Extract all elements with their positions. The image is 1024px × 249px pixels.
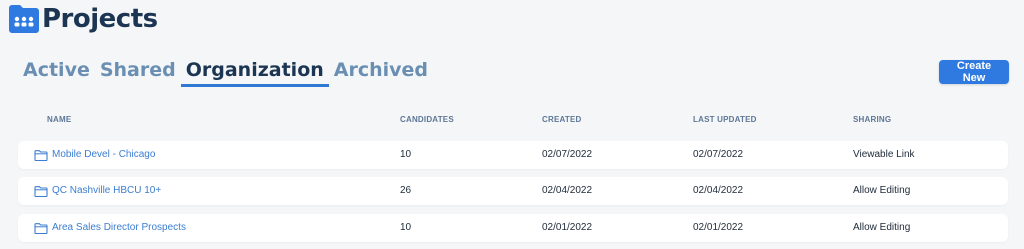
name-cell: QC Nashville HBCU 10+ xyxy=(34,177,161,205)
folder-icon xyxy=(34,222,48,234)
project-tabs: Active Shared Organization Archived xyxy=(18,56,433,88)
tab-organization[interactable]: Organization xyxy=(180,56,329,87)
column-header-sharing[interactable]: SHARING xyxy=(853,115,891,124)
candidates-cell: 10 xyxy=(400,149,412,160)
tab-shared[interactable]: Shared xyxy=(95,56,181,84)
project-name-link[interactable]: Area Sales Director Prospects xyxy=(52,214,186,242)
table-header: NAME CANDIDATES CREATED LAST UPDATED SHA… xyxy=(18,110,1008,132)
folder-icon xyxy=(34,185,48,197)
last-updated-cell: 02/04/2022 xyxy=(693,185,744,196)
table-row[interactable]: Mobile Devel - Chicago 10 02/07/2022 02/… xyxy=(18,141,1008,169)
candidates-cell: 26 xyxy=(400,185,412,196)
table-row[interactable]: Area Sales Director Prospects 10 02/01/2… xyxy=(18,214,1008,242)
created-cell: 02/04/2022 xyxy=(542,185,593,196)
project-name-link[interactable]: QC Nashville HBCU 10+ xyxy=(52,177,161,205)
column-header-created[interactable]: CREATED xyxy=(542,115,581,124)
table-row[interactable]: QC Nashville HBCU 10+ 26 02/04/2022 02/0… xyxy=(18,177,1008,205)
project-name-link[interactable]: Mobile Devel - Chicago xyxy=(52,141,155,169)
page-header: Projects xyxy=(8,4,158,34)
sharing-cell: Allow Editing xyxy=(853,222,911,233)
sharing-cell: Viewable Link xyxy=(853,149,915,160)
column-header-last-updated[interactable]: LAST UPDATED xyxy=(693,115,757,124)
page-title: Projects xyxy=(42,4,158,34)
create-new-button[interactable]: Create New xyxy=(939,60,1009,84)
tab-archived[interactable]: Archived xyxy=(329,56,433,84)
name-cell: Area Sales Director Prospects xyxy=(34,214,186,242)
candidates-cell: 10 xyxy=(400,222,412,233)
sharing-cell: Allow Editing xyxy=(853,185,911,196)
created-cell: 02/07/2022 xyxy=(542,149,593,160)
folder-icon xyxy=(34,149,48,161)
tab-active[interactable]: Active xyxy=(18,56,95,84)
created-cell: 02/01/2022 xyxy=(542,222,593,233)
column-header-candidates[interactable]: CANDIDATES xyxy=(400,115,454,124)
projects-page: Projects Active Shared Organization Arch… xyxy=(0,0,1024,249)
last-updated-cell: 02/01/2022 xyxy=(693,222,744,233)
name-cell: Mobile Devel - Chicago xyxy=(34,141,155,169)
last-updated-cell: 02/07/2022 xyxy=(693,149,744,160)
folder-group-icon xyxy=(9,5,39,33)
column-header-name[interactable]: NAME xyxy=(47,115,71,124)
